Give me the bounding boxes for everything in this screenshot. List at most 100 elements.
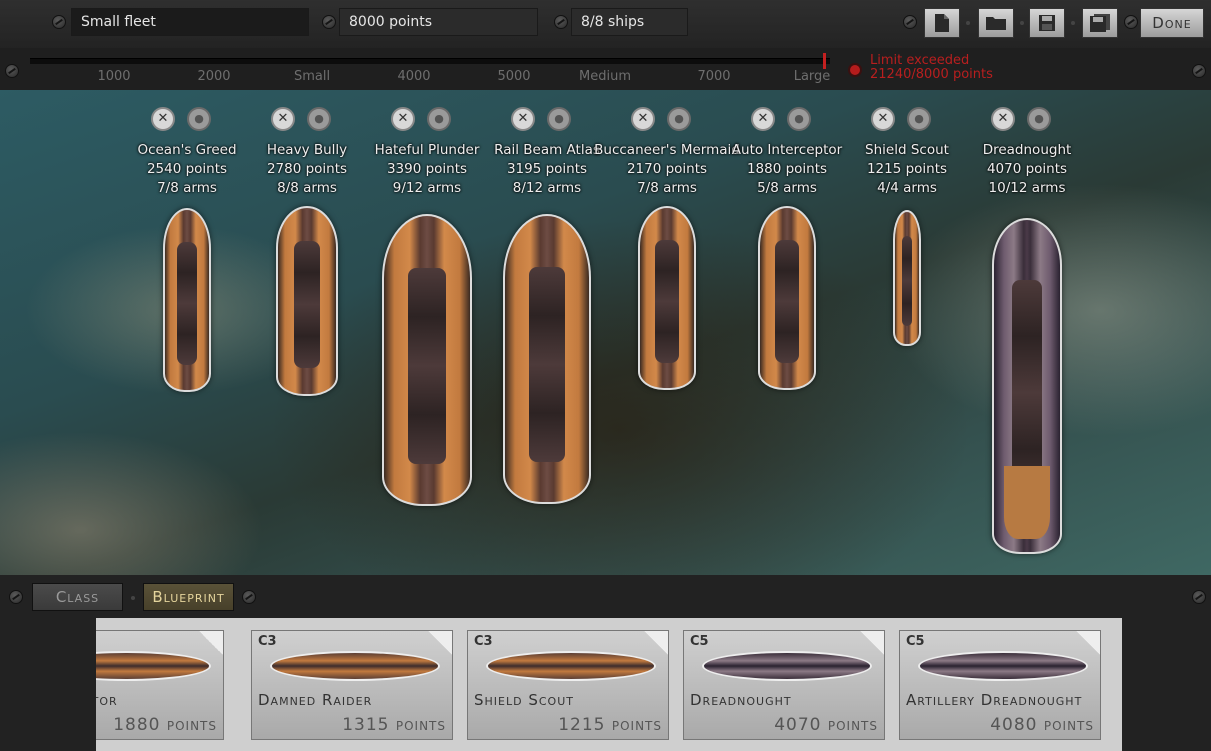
- save-fleet-button[interactable]: [1029, 8, 1065, 38]
- blueprint-points: 1215 points: [558, 715, 662, 735]
- blueprint-name: Interceptor: [96, 691, 118, 709]
- blueprint-class: C3: [258, 634, 277, 649]
- tab-class[interactable]: Class: [32, 583, 123, 611]
- ship-arms: 10/12 arms: [988, 180, 1066, 196]
- divider-dot: [1071, 21, 1075, 25]
- new-file-icon: [935, 14, 949, 32]
- screw-icon: [1124, 15, 1138, 29]
- blueprint-name: Shield Scout: [474, 691, 574, 709]
- card-corner-icon: [428, 631, 452, 655]
- card-corner-icon: [199, 631, 223, 655]
- screw-icon: [554, 15, 568, 29]
- ship-hull[interactable]: [638, 206, 696, 390]
- ship-hull[interactable]: [503, 214, 591, 504]
- assign-captain-button[interactable]: ●: [907, 107, 931, 131]
- blueprint-class: C5: [690, 634, 709, 649]
- ship-hull[interactable]: [276, 206, 338, 396]
- screw-icon: [1192, 64, 1206, 78]
- remove-ship-button[interactable]: ✕: [271, 107, 295, 131]
- done-button[interactable]: Done: [1140, 8, 1204, 38]
- screw-icon: [9, 590, 23, 604]
- blueprint-card[interactable]: C5 Artillery Dreadnought 4080 points: [899, 630, 1101, 740]
- slider-tick: 4000: [397, 69, 431, 84]
- assign-captain-button[interactable]: ●: [1027, 107, 1051, 131]
- blueprint-name: Artillery Dreadnought: [906, 691, 1083, 709]
- limit-warning-icon: [848, 63, 862, 77]
- blueprint-card[interactable]: C3 Damned Raider 1315 points: [251, 630, 453, 740]
- ship-points: 4070 points: [986, 161, 1068, 177]
- screw-icon: [5, 64, 19, 78]
- blueprint-points: 1880 points: [113, 715, 217, 735]
- slider-tick: 7000: [697, 69, 731, 84]
- slider-tick: Large: [793, 69, 831, 84]
- points-slider-bar: 1000 2000 Small 4000 5000 Medium 7000 La…: [0, 48, 1211, 90]
- assign-captain-button[interactable]: ●: [547, 107, 571, 131]
- card-corner-icon: [860, 631, 884, 655]
- screw-icon: [322, 15, 336, 29]
- points-selector[interactable]: 8000 points: [339, 8, 538, 36]
- blueprint-points: 4080 points: [990, 715, 1094, 735]
- fleet-view: ✕ ● Ocean's Greed 2540 points 7/8 arms ✕ ●…: [0, 90, 1211, 575]
- blueprint-points: 4070 points: [774, 715, 878, 735]
- slider-tick: 5000: [497, 69, 531, 84]
- ship-name: Dreadnought: [982, 142, 1072, 158]
- limit-warning: Limit exceeded 21240/8000 points: [870, 54, 993, 82]
- remove-ship-button[interactable]: ✕: [871, 107, 895, 131]
- blueprint-thumbnail: [702, 651, 872, 681]
- slider-tick: Small: [293, 69, 331, 84]
- tab-blueprint[interactable]: Blueprint: [143, 583, 234, 611]
- assign-captain-button[interactable]: ●: [307, 107, 331, 131]
- ship-hull[interactable]: [893, 210, 921, 346]
- ships-count: 8/8 ships: [571, 8, 688, 36]
- blueprint-list: Interceptor 1880 points C3 Damned Raider…: [96, 618, 1122, 751]
- ship-hull[interactable]: [163, 208, 211, 392]
- top-bar: Small fleet 8000 points 8/8 ships Done: [0, 0, 1211, 49]
- limit-warning-value: 21240/8000 points: [870, 67, 993, 82]
- remove-ship-button[interactable]: ✕: [151, 107, 175, 131]
- blueprint-class: C3: [474, 634, 493, 649]
- save-as-icon: [1090, 14, 1110, 32]
- limit-warning-title: Limit exceeded: [870, 53, 970, 68]
- points-slider-handle[interactable]: [823, 53, 826, 69]
- card-corner-icon: [644, 631, 668, 655]
- assign-captain-button[interactable]: ●: [427, 107, 451, 131]
- remove-ship-button[interactable]: ✕: [751, 107, 775, 131]
- divider-dot: [131, 596, 135, 600]
- blueprint-name: Dreadnought: [690, 691, 792, 709]
- blueprint-card[interactable]: C5 Dreadnought 4070 points: [683, 630, 885, 740]
- ship-hull[interactable]: [992, 218, 1062, 554]
- remove-ship-button[interactable]: ✕: [391, 107, 415, 131]
- remove-ship-button[interactable]: ✕: [511, 107, 535, 131]
- blueprint-panel: Class Blueprint Interceptor 1880 points …: [0, 575, 1211, 751]
- blueprint-class: C5: [906, 634, 925, 649]
- ship-hull[interactable]: [758, 206, 816, 390]
- blueprint-card[interactable]: Interceptor 1880 points: [96, 630, 224, 740]
- screw-icon: [52, 15, 66, 29]
- save-as-button[interactable]: [1082, 8, 1118, 38]
- blueprint-thumbnail: [270, 651, 440, 681]
- slider-tick: 2000: [197, 69, 231, 84]
- blueprint-points: 1315 points: [342, 715, 446, 735]
- blueprint-name: Damned Raider: [258, 691, 373, 709]
- new-fleet-button[interactable]: [924, 8, 960, 38]
- open-fleet-button[interactable]: [978, 8, 1014, 38]
- remove-ship-button[interactable]: ✕: [991, 107, 1015, 131]
- screw-icon: [1192, 590, 1206, 604]
- ship-hull[interactable]: [382, 214, 472, 506]
- divider-dot: [966, 21, 970, 25]
- screw-icon: [242, 590, 256, 604]
- save-icon: [1039, 15, 1055, 31]
- assign-captain-button[interactable]: ●: [667, 107, 691, 131]
- screw-icon: [903, 15, 917, 29]
- fleet-name-input[interactable]: Small fleet: [71, 8, 309, 36]
- slider-tick: 1000: [97, 69, 131, 84]
- folder-icon: [986, 17, 1006, 30]
- slider-tick: Medium: [579, 69, 631, 84]
- blueprint-thumbnail: [486, 651, 656, 681]
- remove-ship-button[interactable]: ✕: [631, 107, 655, 131]
- assign-captain-button[interactable]: ●: [187, 107, 211, 131]
- blueprint-thumbnail: [918, 651, 1088, 681]
- assign-captain-button[interactable]: ●: [787, 107, 811, 131]
- blueprint-card[interactable]: C3 Shield Scout 1215 points: [467, 630, 669, 740]
- points-slider-track[interactable]: [30, 58, 830, 64]
